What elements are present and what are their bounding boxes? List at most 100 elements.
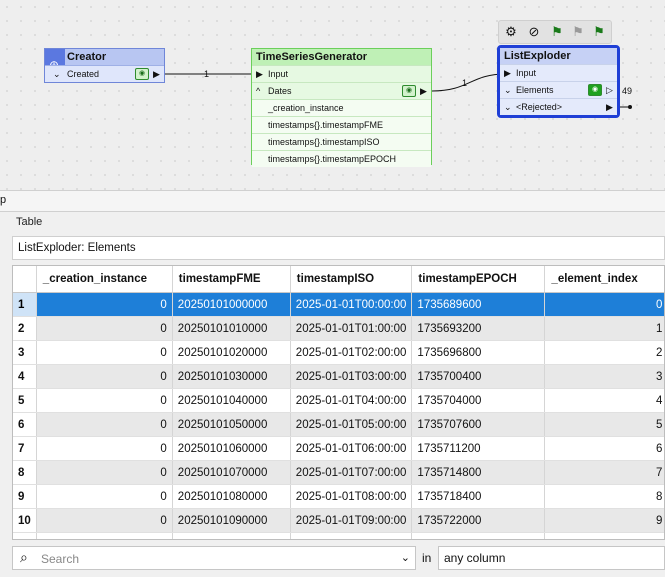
le-rejected-port[interactable]: ⌄ <Rejected> ▶ xyxy=(500,98,617,115)
output-arrow-icon[interactable]: ▶ xyxy=(420,83,427,99)
table-cell[interactable]: 0 xyxy=(36,364,173,389)
table-cell[interactable]: 1735704000 xyxy=(411,388,546,413)
table-cell[interactable]: 3 xyxy=(544,364,664,389)
column-header[interactable]: timestampFME xyxy=(172,266,291,293)
table-cell[interactable]: 20250101040000 xyxy=(172,388,291,413)
column-header[interactable]: timestampISO xyxy=(290,266,413,293)
table-cell[interactable]: 2025-01-01T07:00:00 xyxy=(290,460,413,485)
table-cell[interactable]: 1735714800 xyxy=(411,460,546,485)
table-cell[interactable]: 0 xyxy=(36,412,173,437)
table-cell[interactable]: 2025-01-01T05:00:00 xyxy=(290,412,413,437)
column-select[interactable]: any column xyxy=(438,546,665,570)
table-cell[interactable]: 0 xyxy=(36,436,173,461)
table-cell[interactable]: 20250101060000 xyxy=(172,436,291,461)
row-number[interactable]: 9 xyxy=(13,484,37,509)
table-cell[interactable]: 1735718400 xyxy=(411,484,546,509)
table-cell[interactable]: 20250101070000 xyxy=(172,460,291,485)
table-cell[interactable]: 20250101090000 xyxy=(172,508,291,533)
table-cell[interactable]: 9 xyxy=(544,508,664,533)
table-cell[interactable]: 20250101100000 xyxy=(172,532,291,539)
table-row[interactable]: 7 0 20250101060000 2025-01-01T06:00:00 17357… xyxy=(13,436,664,461)
table-row[interactable]: 10 0 20250101090000 2025-01-01T09:00:00 1735… xyxy=(13,508,664,533)
column-header[interactable]: _creation_instance xyxy=(36,266,173,293)
table-cell[interactable]: 20250101010000 xyxy=(172,316,291,341)
table-cell[interactable]: 2025-01-01T01:00:00 xyxy=(290,316,413,341)
workspace-canvas[interactable]: ⚙ ⊘ ⚑ ⚑ ⚑ ⊕ Creator ⌄ Created ◉ ▶ 1 1 Ti… xyxy=(0,0,665,190)
search-box[interactable]: ⌕ ⌄ xyxy=(12,546,416,570)
column-header[interactable]: timestampEPOCH xyxy=(411,266,546,293)
eye-icon[interactable]: ◉ xyxy=(588,84,602,96)
table-cell[interactable]: 7 xyxy=(544,460,664,485)
table-cell[interactable]: 20250101000000 xyxy=(172,292,291,317)
table-row[interactable]: 9 0 20250101080000 2025-01-01T08:00:00 17357… xyxy=(13,484,664,509)
table-cell[interactable]: 2025-01-01T09:00:00 xyxy=(290,508,413,533)
table-row[interactable]: 3 0 20250101020000 2025-01-01T02:00:00 17356… xyxy=(13,340,664,365)
row-number[interactable]: 6 xyxy=(13,412,37,437)
table-cell[interactable]: 1735700400 xyxy=(411,364,546,389)
table-row[interactable]: 2 0 20250101010000 2025-01-01T01:00:00 17356… xyxy=(13,316,664,341)
row-number[interactable]: 2 xyxy=(13,316,37,341)
table-cell[interactable]: 6 xyxy=(544,436,664,461)
table-cell[interactable]: 0 xyxy=(36,292,173,317)
eye-icon[interactable]: ◉ xyxy=(402,85,416,97)
table-row[interactable]: 4 0 20250101030000 2025-01-01T03:00:00 17357… xyxy=(13,364,664,389)
table-cell[interactable]: 0 xyxy=(36,484,173,509)
row-number[interactable]: 4 xyxy=(13,364,37,389)
table-cell[interactable]: 0 xyxy=(36,532,173,539)
row-number[interactable]: 1 xyxy=(13,292,37,317)
table-cell[interactable]: 0 xyxy=(36,508,173,533)
table-cell[interactable]: 1735725600 xyxy=(411,532,546,539)
row-number[interactable]: 3 xyxy=(13,340,37,365)
table-cell[interactable]: 2025-01-01T03:00:00 xyxy=(290,364,413,389)
table-cell[interactable]: 2025-01-01T02:00:00 xyxy=(290,340,413,365)
table-cell[interactable]: 20250101080000 xyxy=(172,484,291,509)
table-cell[interactable]: 0 xyxy=(36,388,173,413)
table-cell[interactable]: 20250101020000 xyxy=(172,340,291,365)
search-input[interactable] xyxy=(39,550,403,568)
table-row[interactable]: 8 0 20250101070000 2025-01-01T07:00:00 17357… xyxy=(13,460,664,485)
table-cell[interactable]: 0 xyxy=(36,460,173,485)
table-cell[interactable]: 1735711200 xyxy=(411,436,546,461)
le-input-port[interactable]: ▶ Input xyxy=(500,64,617,81)
output-arrow-icon[interactable]: ▶ xyxy=(606,99,613,115)
row-number[interactable]: 11 xyxy=(13,532,37,539)
table-cell[interactable]: 2025-01-01T10:00:00 xyxy=(290,532,413,539)
table-cell[interactable]: 10 xyxy=(544,532,664,539)
table-cell[interactable]: 2025-01-01T00:00:00 xyxy=(290,292,413,317)
tsg-output-port[interactable]: ^ Dates ◉ ▶ xyxy=(252,82,431,99)
table-cell[interactable]: 5 xyxy=(544,412,664,437)
row-number[interactable]: 7 xyxy=(13,436,37,461)
table-cell[interactable]: 1735693200 xyxy=(411,316,546,341)
table-cell[interactable]: 1735689600 xyxy=(411,292,546,317)
table-cell[interactable]: 1735722000 xyxy=(411,508,546,533)
listexploder-node[interactable]: ListExploder ▶ Input ⌄ Elements ◉ ▷ ⌄ <R… xyxy=(497,45,620,118)
table-cell[interactable]: 0 xyxy=(36,316,173,341)
output-arrow-icon[interactable]: ▷ xyxy=(606,82,613,98)
table-cell[interactable]: 0 xyxy=(544,292,664,317)
table-cell[interactable]: 1 xyxy=(544,316,664,341)
timeseriesgenerator-node[interactable]: TimeSeriesGenerator ▶ Input ^ Dates ◉ ▶ … xyxy=(251,48,432,167)
panel-tab[interactable]: p xyxy=(0,194,6,206)
table-cell[interactable]: 2 xyxy=(544,340,664,365)
table-cell[interactable]: 2025-01-01T06:00:00 xyxy=(290,436,413,461)
table-cell[interactable]: 4 xyxy=(544,388,664,413)
row-number[interactable]: 8 xyxy=(13,460,37,485)
column-header[interactable]: _element_index xyxy=(544,266,664,293)
table-row[interactable]: 5 0 20250101040000 2025-01-01T04:00:00 17357… xyxy=(13,388,664,413)
data-table[interactable]: _creation_instance timestampFME timestampI… xyxy=(12,265,665,540)
table-cell[interactable]: 20250101030000 xyxy=(172,364,291,389)
table-cell[interactable]: 1735696800 xyxy=(411,340,546,365)
tsg-input-port[interactable]: ▶ Input xyxy=(252,65,431,82)
table-cell[interactable]: 1735707600 xyxy=(411,412,546,437)
table-cell[interactable]: 8 xyxy=(544,484,664,509)
table-row[interactable]: 110202501011000002025-01-01T10:00:001735… xyxy=(13,532,664,539)
table-cell[interactable]: 0 xyxy=(36,340,173,365)
table-cell[interactable]: 2025-01-01T08:00:00 xyxy=(290,484,413,509)
row-number[interactable]: 10 xyxy=(13,508,37,533)
table-row[interactable]: 1 0 20250101000000 2025-01-01T00:00:00 17356… xyxy=(13,292,664,317)
table-cell[interactable]: 2025-01-01T04:00:00 xyxy=(290,388,413,413)
table-row[interactable]: 6 0 20250101050000 2025-01-01T05:00:00 17357… xyxy=(13,412,664,437)
table-cell[interactable]: 20250101050000 xyxy=(172,412,291,437)
chevron-down-icon[interactable]: ⌄ xyxy=(401,551,410,564)
row-number[interactable]: 5 xyxy=(13,388,37,413)
